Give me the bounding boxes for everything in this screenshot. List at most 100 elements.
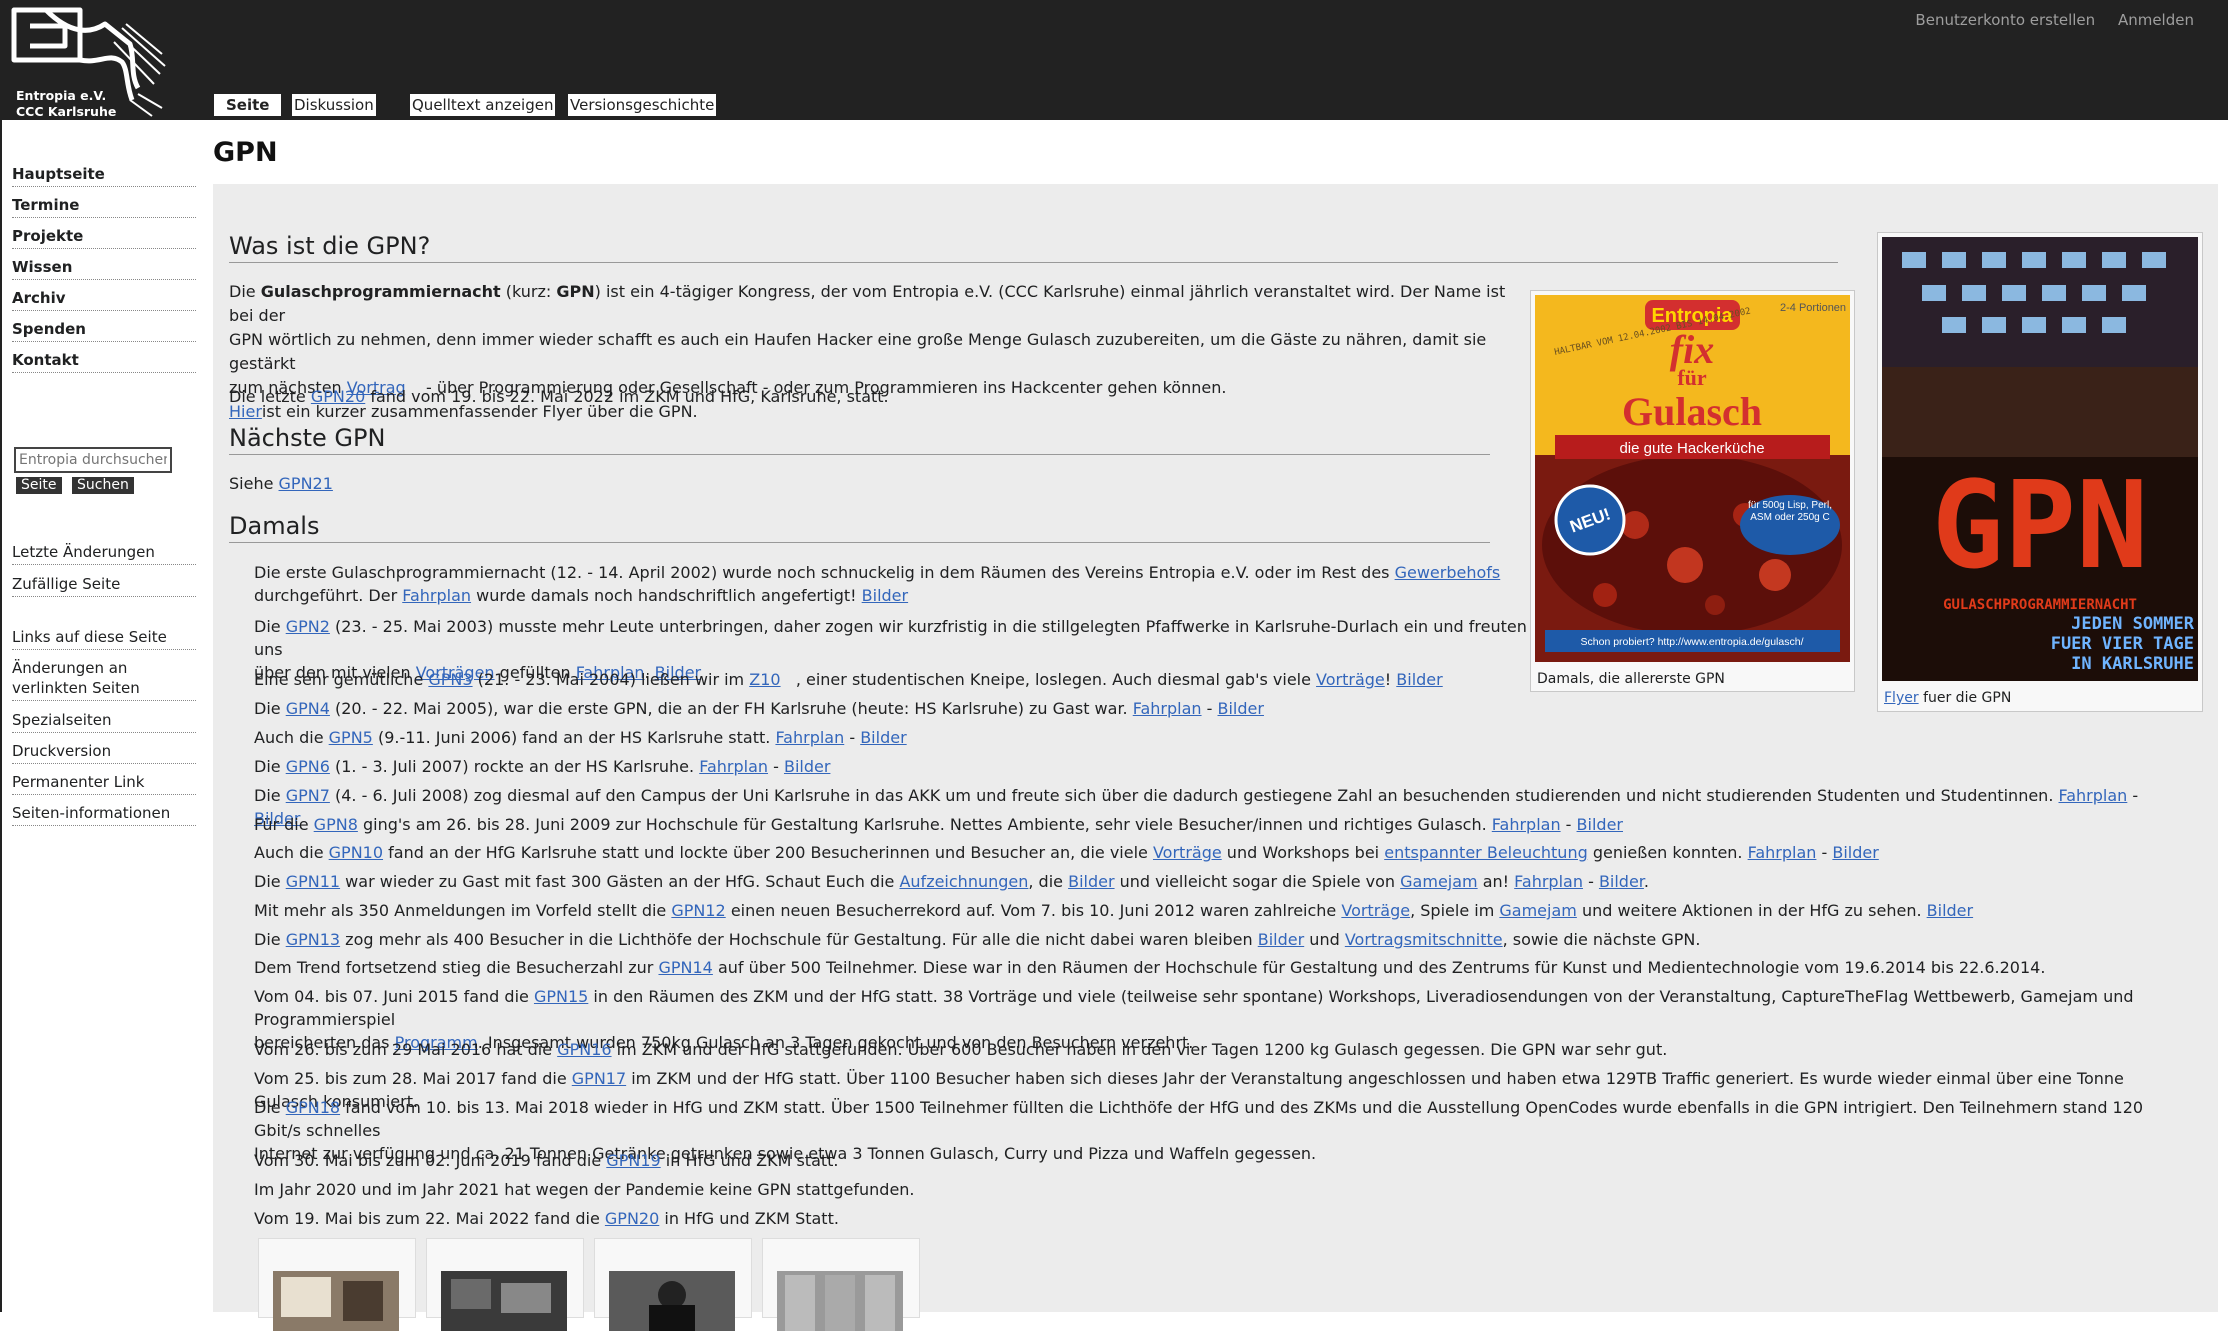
link-bilder[interactable]: Bilder (1068, 872, 1114, 891)
gpn-poster-image[interactable]: GPN GULASCHPROGRAMMIERNACHT JEDEN SOMMER… (1882, 237, 2198, 681)
link-gpn2[interactable]: GPN2 (286, 617, 330, 636)
login-link[interactable]: Anmelden (2118, 11, 2194, 29)
sidebar-item-whatlinkshere[interactable]: Links auf diese Seite (12, 627, 196, 650)
link-gpn4[interactable]: GPN4 (286, 699, 330, 718)
link-bilder[interactable]: Bilder (1832, 843, 1878, 862)
link-gpn5[interactable]: GPN5 (329, 728, 373, 747)
link-gpn11[interactable]: GPN11 (286, 872, 340, 891)
tab-versionsgeschichte[interactable]: Versionsgeschichte (568, 94, 717, 116)
item-text: durchgeführt. Der (254, 586, 398, 605)
link-bilder[interactable]: Bilder (1927, 901, 1973, 920)
link-gpn17[interactable]: GPN17 (572, 1069, 626, 1088)
heading-was-ist-die-gpn: Was ist die GPN? (229, 232, 1838, 263)
link-bilder[interactable]: Bilder (784, 757, 830, 776)
link-z10[interactable]: Z10 (749, 670, 780, 689)
gallery-image (777, 1271, 903, 1331)
gallery-item[interactable] (426, 1238, 584, 1331)
sidebar-item-wissen[interactable]: Wissen (12, 257, 196, 280)
item-text: (21. - 23. Mai 2004) ließen wir im (477, 670, 745, 689)
item-text: (9.-11. Juni 2006) fand an der HS Karlsr… (377, 728, 771, 747)
link-gpn12[interactable]: GPN12 (671, 901, 725, 920)
link-bilder[interactable]: Bilder (1258, 930, 1304, 949)
item-text: Eine sehr gemütliche (254, 670, 424, 689)
list-item-gpn19: Vom 30. Mai bis zum 02. Juni 2019 fand d… (254, 1149, 2184, 1172)
gallery-item[interactable] (258, 1238, 416, 1331)
gallery-item[interactable] (762, 1238, 920, 1331)
link-bilder[interactable]: Bilder (1218, 699, 1264, 718)
link-fahrplan[interactable]: Fahrplan (402, 586, 471, 605)
link-fahrplan[interactable]: Fahrplan (1514, 872, 1583, 891)
link-gpn15[interactable]: GPN15 (534, 987, 588, 1006)
link-gewerbehofs[interactable]: Gewerbehofs (1395, 563, 1501, 582)
link-gpn19[interactable]: GPN19 (606, 1151, 660, 1170)
link-gamejam[interactable]: Gamejam (1499, 901, 1576, 920)
item-text: Die (254, 930, 281, 949)
link-gpn13[interactable]: GPN13 (286, 930, 340, 949)
link-fahrplan[interactable]: Fahrplan (775, 728, 844, 747)
link-bilder[interactable]: Bilder (1396, 670, 1442, 689)
item-text: , einer studentischen Kneipe, loslegen. … (795, 670, 1311, 689)
link-gpn10[interactable]: GPN10 (329, 843, 383, 862)
link-gpn18[interactable]: GPN18 (286, 1098, 340, 1117)
sidebar-item-page-info[interactable]: Seiten-informationen (12, 803, 196, 826)
poster-line2: JEDEN SOMMER (2071, 614, 2195, 634)
list-item-gpn11: Die GPN11 war wieder zu Gast mit fast 30… (254, 872, 1650, 891)
link-gpn20[interactable]: GPN20 (605, 1209, 659, 1228)
link-gpn20[interactable]: GPN20 (311, 387, 365, 406)
link-vortraege[interactable]: Vorträge (1316, 670, 1385, 689)
link-fahrplan[interactable]: Fahrplan (1133, 699, 1202, 718)
link-bilder[interactable]: Bilder (1577, 815, 1623, 834)
link-bilder[interactable]: Bilder (860, 728, 906, 747)
sidebar-item-hauptseite[interactable]: Hauptseite (12, 164, 196, 187)
list-item-gpn4: Die GPN4 (20. - 22. Mai 2005), war die e… (254, 699, 1264, 718)
link-fahrplan[interactable]: Fahrplan (699, 757, 768, 776)
logo-text-line2: CCC Karlsruhe (16, 104, 117, 119)
link-vortragsmitschnitte[interactable]: Vortragsmitschnitte (1345, 930, 1503, 949)
sidebar-item-spenden[interactable]: Spenden (12, 319, 196, 342)
tab-seite[interactable]: Seite (214, 94, 282, 116)
link-bilder[interactable]: Bilder (862, 586, 908, 605)
sidebar-item-print[interactable]: Druckversion (12, 741, 196, 764)
list-item-gpn6: Die GPN6 (1. - 3. Juli 2007) rockte an d… (254, 757, 831, 776)
link-aufzeichnungen[interactable]: Aufzeichnungen (899, 872, 1028, 891)
link-entspannter-beleuchtung[interactable]: entspannter Beleuchtung (1384, 843, 1588, 862)
sidebar-item-recent-changes[interactable]: Letzte Änderungen (12, 542, 196, 565)
sidebar-item-projekte[interactable]: Projekte (12, 226, 196, 249)
link-fahrplan[interactable]: Fahrplan (1492, 815, 1561, 834)
link-gpn6[interactable]: GPN6 (286, 757, 330, 776)
link-vortraege[interactable]: Vorträge (1341, 901, 1410, 920)
sidebar-item-archiv[interactable]: Archiv (12, 288, 196, 311)
search-input[interactable] (14, 447, 172, 473)
link-gpn8[interactable]: GPN8 (314, 815, 358, 834)
gallery-item[interactable] (594, 1238, 752, 1331)
letzte-gpn-paragraph: Die letzte GPN20 fand vom 19. bis 22. Ma… (229, 385, 889, 409)
search-page-button[interactable]: Seite (16, 477, 62, 494)
link-bilder[interactable]: Bilder (1599, 872, 1644, 891)
link-gpn21[interactable]: GPN21 (279, 474, 333, 493)
gallery-image (273, 1271, 399, 1331)
link-gamejam[interactable]: Gamejam (1400, 872, 1477, 891)
search-button[interactable]: Suchen (72, 477, 134, 494)
sidebar-item-kontakt[interactable]: Kontakt (12, 350, 196, 373)
link-gpn16[interactable]: GPN16 (557, 1040, 611, 1059)
link-fahrplan[interactable]: Fahrplan (2059, 786, 2128, 805)
gulasch-packet-image[interactable]: Entropia 2-4 Portionen fix für Gulasch d… (1535, 295, 1850, 662)
page-title: GPN (213, 137, 278, 168)
list-item-gpn8: Für die GPN8 ging's am 26. bis 28. Juni … (254, 815, 1623, 834)
sidebar-item-permalink[interactable]: Permanenter Link (12, 772, 196, 795)
sidebar-item-related-changes[interactable]: Änderungen an verlinkten Seiten (12, 658, 196, 701)
link-gpn7[interactable]: GPN7 (286, 786, 330, 805)
create-account-link[interactable]: Benutzerkonto erstellen (1915, 11, 2095, 29)
link-gpn3[interactable]: GPN3 (428, 670, 472, 689)
item-text: Die (254, 699, 281, 718)
tab-diskussion[interactable]: Diskussion (292, 94, 376, 116)
tab-quelltext[interactable]: Quelltext anzeigen (410, 94, 556, 116)
sidebar-item-random-page[interactable]: Zufällige Seite (12, 574, 196, 597)
sidebar-item-special-pages[interactable]: Spezialseiten (12, 710, 196, 733)
item-text: Die (254, 1098, 281, 1117)
sidebar-item-termine[interactable]: Termine (12, 195, 196, 218)
link-gpn14[interactable]: GPN14 (658, 958, 712, 977)
link-vortraege[interactable]: Vorträge (1153, 843, 1222, 862)
entropia-logo[interactable]: Entropia e.V. CCC Karlsruhe (10, 4, 170, 119)
link-fahrplan[interactable]: Fahrplan (1748, 843, 1817, 862)
